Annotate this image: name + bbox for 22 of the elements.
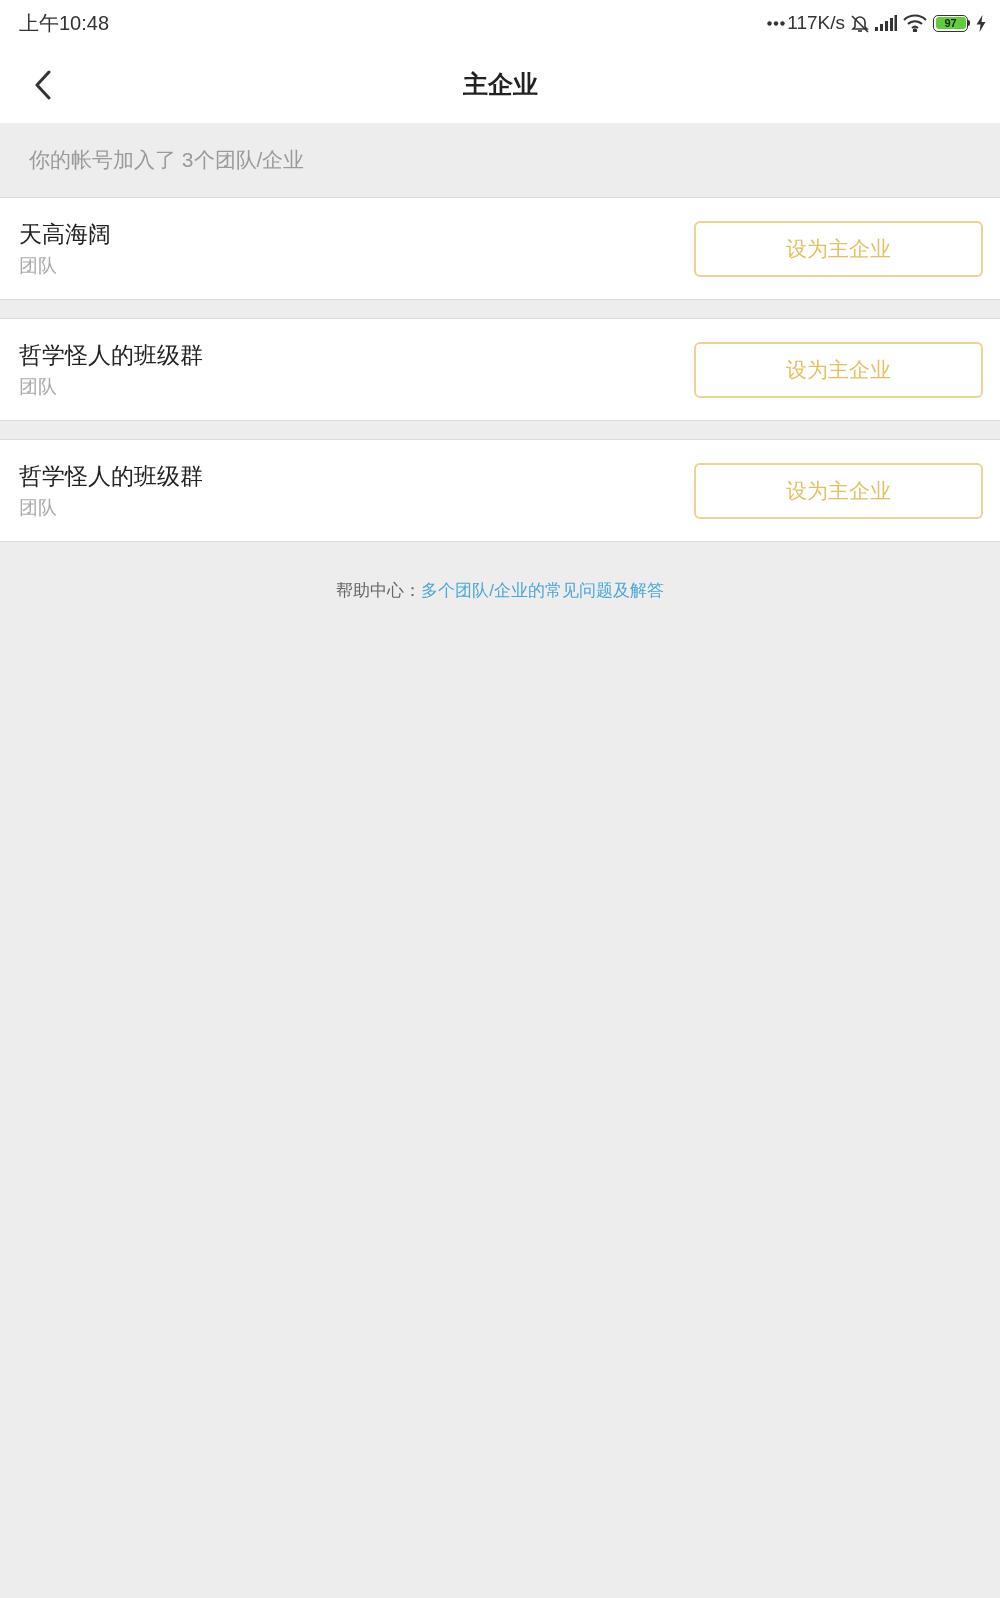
team-name: 天高海阔 — [19, 219, 111, 249]
team-type: 团队 — [19, 495, 58, 520]
wifi-icon — [903, 14, 927, 32]
status-time: 上午10:48 — [19, 11, 110, 36]
account-summary: 你的帐号加入了 3个团队/企业 — [29, 147, 305, 174]
team-name: 哲学怪人的班级群 — [19, 340, 203, 370]
page-title: 主企业 — [462, 68, 538, 100]
signal-icon — [875, 15, 897, 31]
back-icon[interactable] — [35, 70, 51, 100]
more-dots-icon — [767, 20, 786, 26]
team-type: 团队 — [19, 374, 58, 399]
help-link[interactable]: 多个团队/企业的常见问题及解答 — [421, 578, 664, 604]
bell-off-icon — [851, 13, 869, 33]
help-label: 帮助中心： — [336, 580, 422, 602]
team-type: 团队 — [19, 253, 58, 278]
set-primary-button[interactable]: 设为主企业 — [694, 341, 983, 398]
team-name: 哲学怪人的班级群 — [19, 461, 203, 491]
battery-percent: 97 — [944, 17, 957, 29]
network-speed: 117K/s — [787, 10, 845, 35]
set-primary-button[interactable]: 设为主企业 — [694, 462, 983, 519]
set-primary-button[interactable]: 设为主企业 — [694, 220, 983, 277]
charging-bolt-icon — [976, 14, 986, 32]
